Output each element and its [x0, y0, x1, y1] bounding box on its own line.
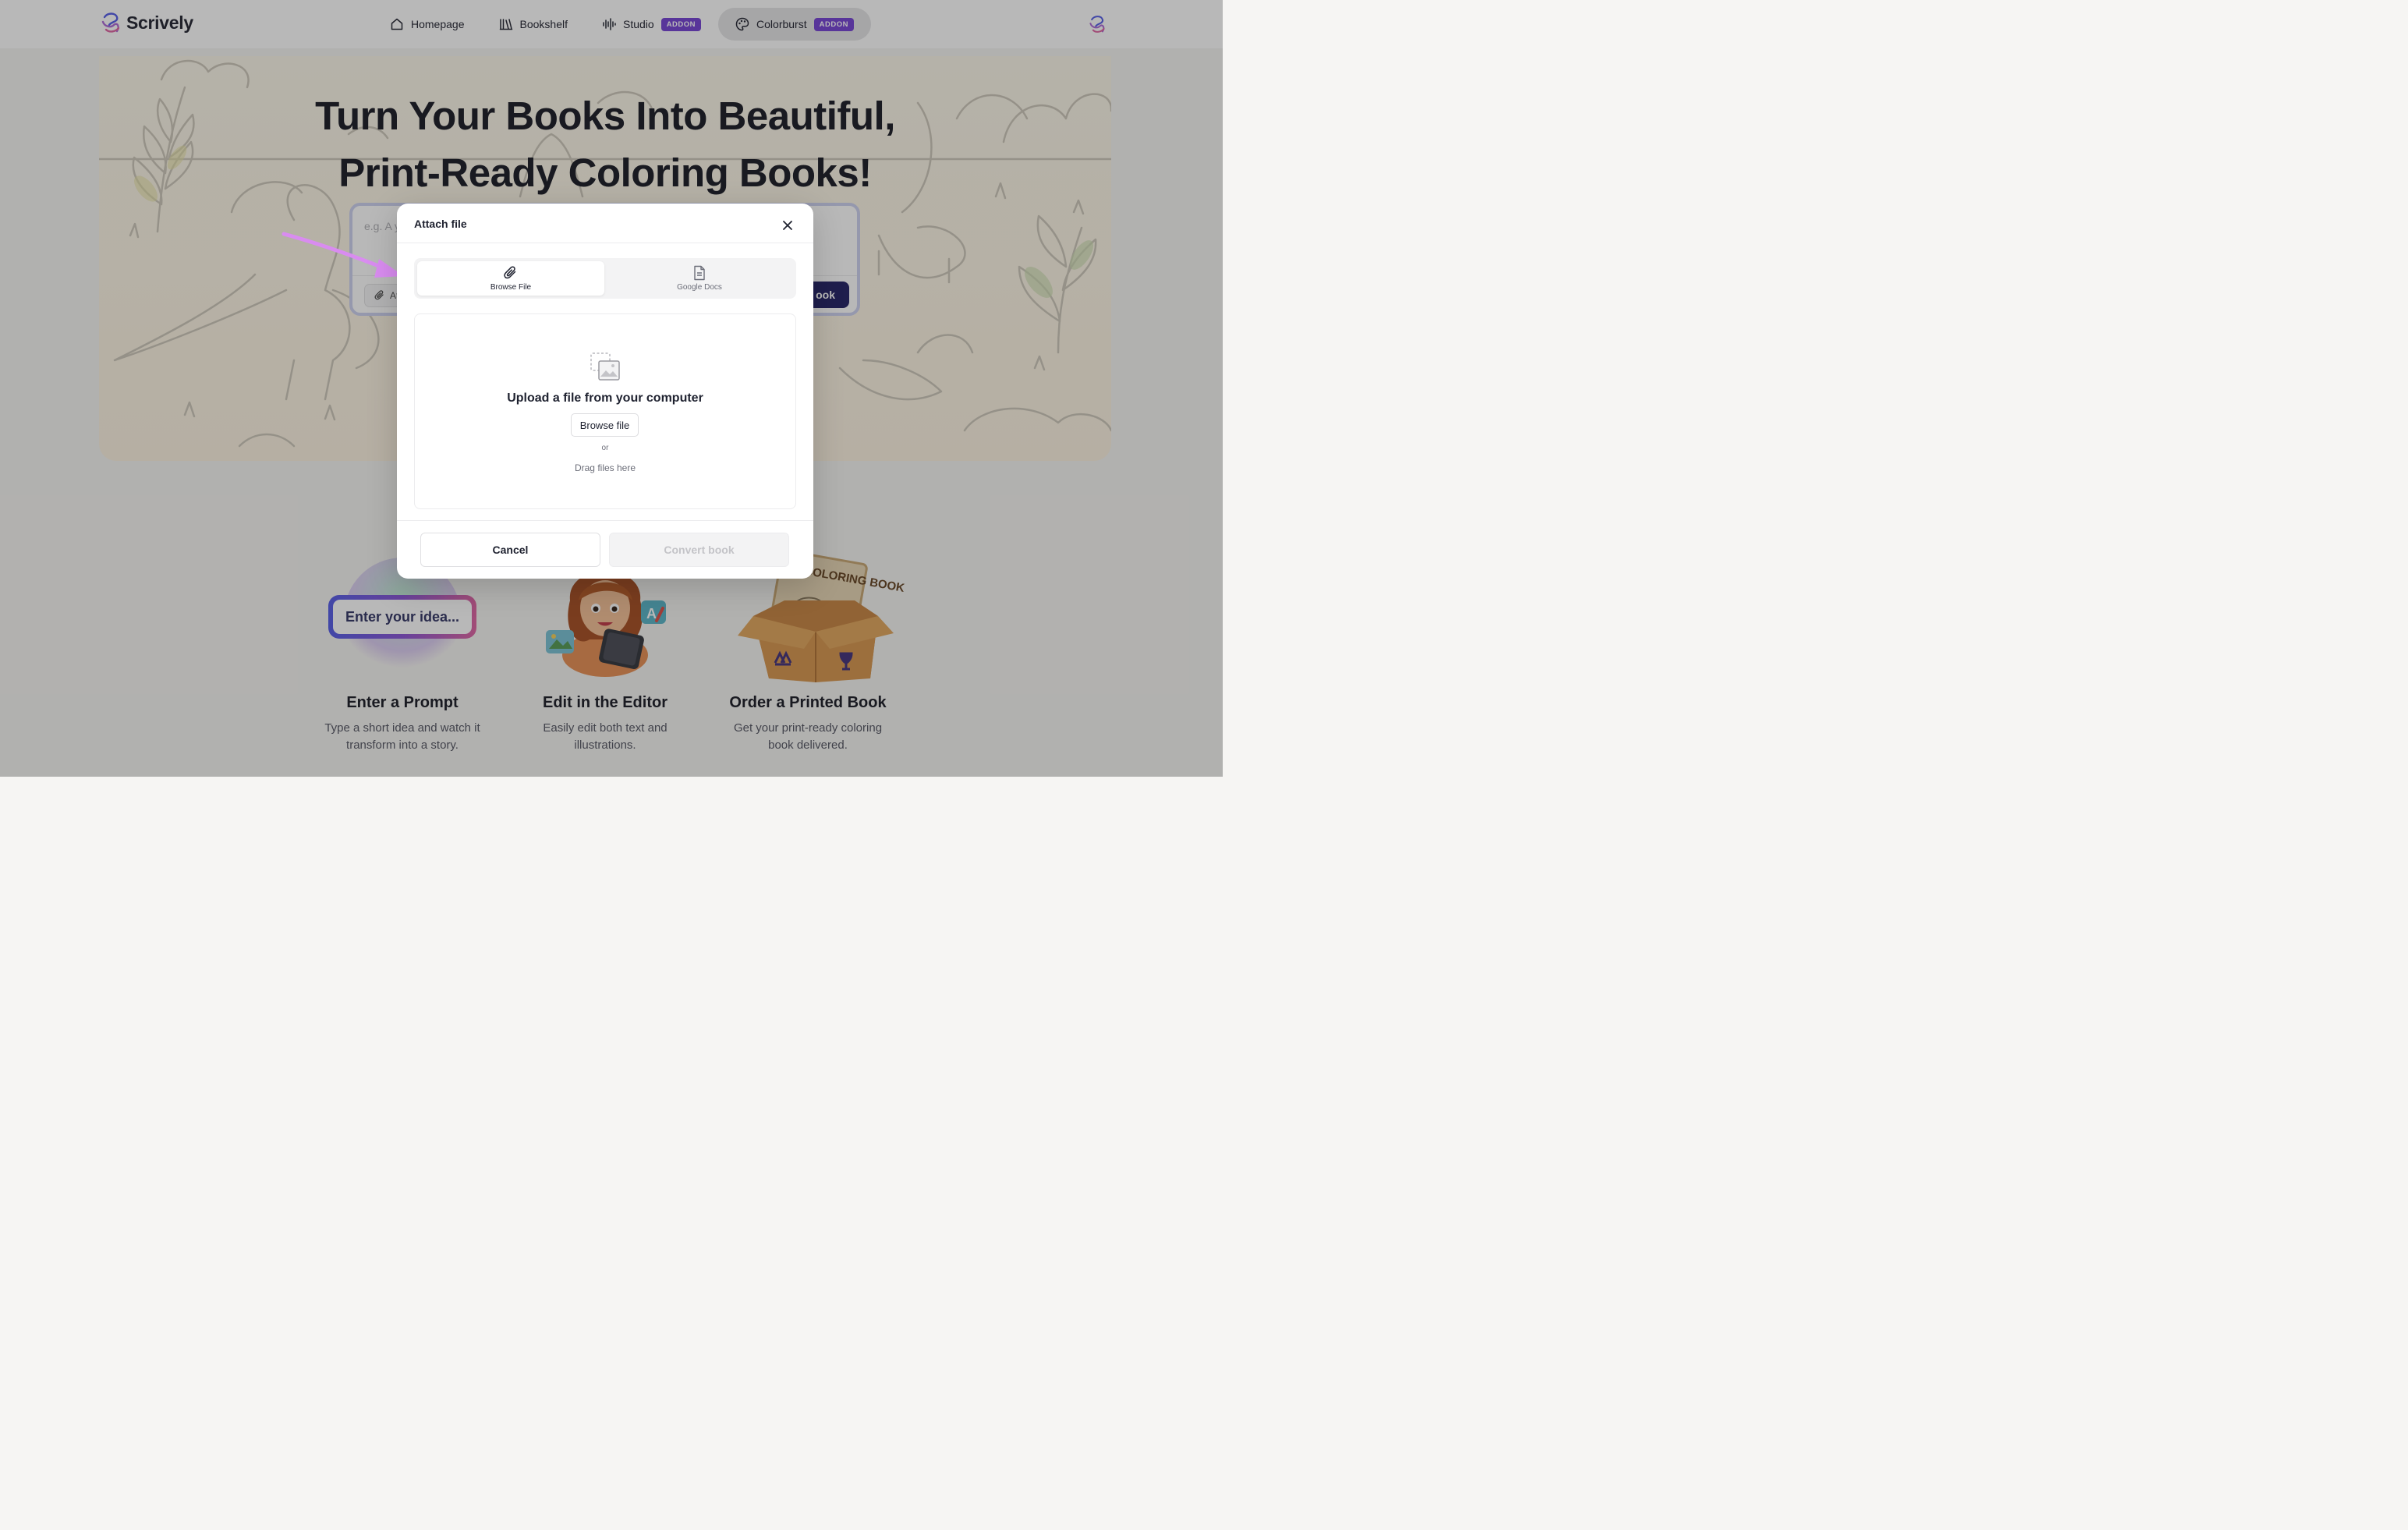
modal-footer-divider	[397, 520, 813, 521]
paperclip-icon	[504, 266, 516, 279]
close-icon	[783, 221, 792, 230]
tab-google-docs[interactable]: Google Docs	[606, 261, 793, 296]
document-icon	[694, 265, 705, 281]
browse-file-button[interactable]: Browse file	[571, 413, 639, 437]
modal-title: Attach file	[414, 218, 467, 230]
tab-label: Browse File	[490, 283, 532, 292]
tab-label: Google Docs	[677, 283, 722, 292]
attach-file-modal: Attach file Browse File Google Docs Uplo…	[397, 204, 813, 579]
modal-header: Attach file	[397, 204, 813, 243]
tab-browse-file[interactable]: Browse File	[417, 261, 604, 296]
close-button[interactable]	[779, 217, 796, 234]
image-upload-icon	[590, 352, 620, 381]
cancel-button[interactable]: Cancel	[420, 533, 600, 567]
attach-source-tabs: Browse File Google Docs	[414, 258, 796, 299]
drag-files-hint: Drag files here	[574, 462, 636, 473]
annotation-arrow-icon	[282, 232, 404, 278]
or-separator: or	[601, 444, 609, 452]
convert-book-button[interactable]: Convert book	[609, 533, 789, 567]
file-dropzone[interactable]: Upload a file from your computer Browse …	[414, 313, 796, 509]
upload-title: Upload a file from your computer	[507, 391, 703, 405]
